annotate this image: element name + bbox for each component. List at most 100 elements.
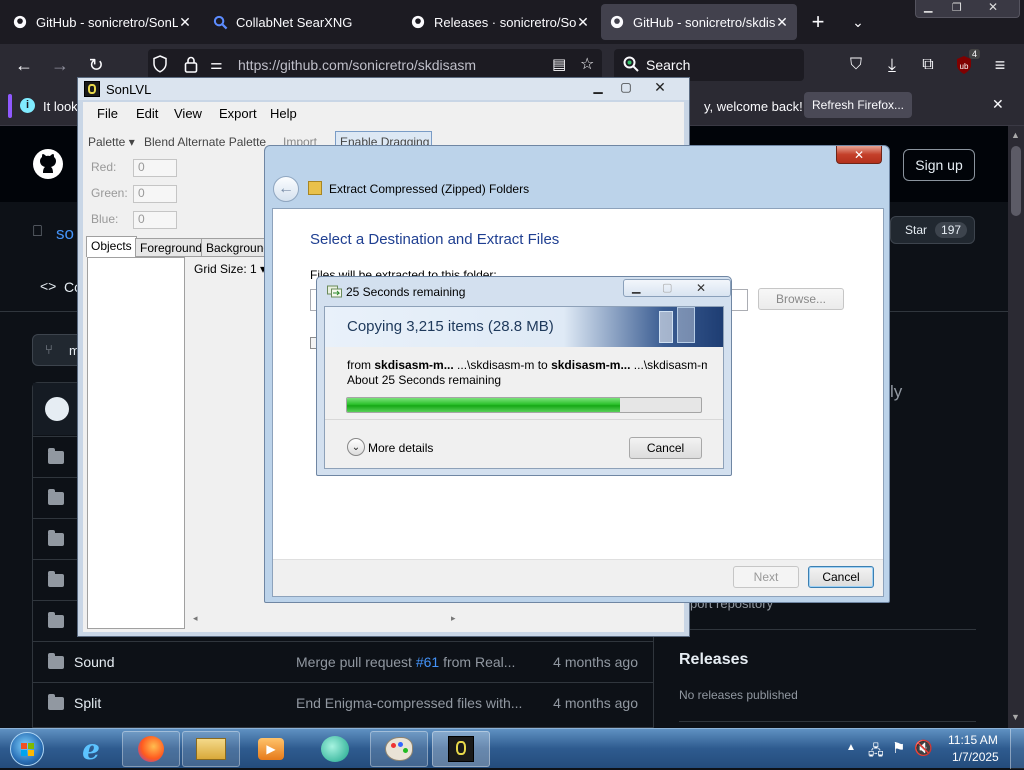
folder-icon [48,447,64,464]
scroll-right-icon[interactable]: ▸ [451,613,456,624]
media-player-icon[interactable]: ▶ [242,731,300,767]
scroll-down-icon[interactable]: ▼ [1011,712,1020,722]
minimize-icon[interactable]: ▁ [632,281,640,294]
bookmark-star-icon[interactable]: ☆ [580,54,594,74]
action-center-flag-icon[interactable]: ⚑ [892,739,905,757]
menu-edit[interactable]: Edit [136,106,158,121]
hamburger-menu-icon[interactable]: ≡ [988,53,1012,77]
paint-icon[interactable] [370,731,428,767]
commit-message[interactable]: End Enigma-compressed files with... [296,695,522,711]
tab-objects[interactable]: Objects [86,236,137,257]
tab-github-sonlvl[interactable]: GitHub - sonicretro/SonLV ✕ [4,4,200,40]
objects-list[interactable] [87,257,185,629]
menu-file[interactable]: File [97,106,118,121]
network-icon[interactable]: 🖧 [868,740,884,764]
blue-input[interactable]: 0 [133,211,177,229]
red-input[interactable]: 0 [133,159,177,177]
firefox-icon[interactable] [122,731,180,767]
volume-muted-icon[interactable]: 🔇 [914,739,933,757]
maximize-icon[interactable]: ▢ [612,78,640,96]
ublock-icon[interactable]: ub 4 [952,49,980,77]
sonlvl-titlebar[interactable]: SonLVL ▁ ▢ ✕ [78,78,689,100]
tab-foreground[interactable]: Foreground [135,238,208,257]
restore-icon[interactable]: ❐ [952,1,962,14]
releases-heading[interactable]: Releases [679,651,748,669]
tab-github-skdisasm[interactable]: GitHub - sonicretro/skdisa ✕ [601,4,797,40]
tab-releases[interactable]: Releases · sonicretro/SonLV ✕ [402,4,598,40]
grid-size-dropdown[interactable]: Grid Size: 1 ▾ [194,262,266,276]
maximize-icon[interactable]: ▢ [662,281,672,294]
star-button[interactable]: Star 197 [890,216,975,244]
palette-dropdown[interactable]: Palette ▾ [88,135,135,149]
copy-source-destination: from skdisasm-m... ...\skdisasm-m to skd… [347,358,707,372]
more-details-toggle[interactable]: More details [368,441,433,455]
notification-accent [8,94,12,118]
close-tab-icon[interactable]: ✕ [178,14,192,31]
clock-date[interactable]: 1/7/2025 [952,750,999,764]
close-icon[interactable]: ✕ [696,281,706,295]
scroll-up-icon[interactable]: ▲ [1011,130,1020,140]
close-window-icon[interactable]: ✕ [988,0,998,14]
github-logo-icon[interactable] [32,148,64,183]
file-row-split[interactable]: Split End Enigma-compressed files with..… [32,682,654,723]
close-tab-icon[interactable]: ✕ [576,14,590,31]
list-tabs-chevron-down-icon[interactable]: ⌄ [846,10,870,34]
copy-cancel-button[interactable]: Cancel [629,437,702,459]
file-row-sound[interactable]: Sound Merge pull request #61 from Real..… [32,641,654,682]
chevron-down-icon[interactable]: ⌄ [347,438,365,456]
close-notification-icon[interactable]: ✕ [992,96,1004,113]
permissions-icon[interactable]: ⚌ [210,56,223,73]
back-arrow-icon[interactable]: ← [273,176,299,202]
blend-palette-button[interactable]: Blend Alternate Palette [144,135,266,149]
commit-message[interactable]: Merge pull request #61 from Real... [296,654,515,670]
new-tab-plus-icon[interactable]: + [806,9,830,34]
back-arrow-icon[interactable]: ← [12,53,36,77]
destination-folder[interactable]: skdisasm-m... [551,358,630,372]
file-explorer-icon[interactable] [182,731,240,767]
forward-arrow-icon[interactable]: → [48,53,72,77]
scroll-thumb[interactable] [1011,146,1021,216]
avatar[interactable] [45,397,69,421]
close-icon[interactable]: ✕ [640,78,680,96]
sidebar-divider [679,721,976,722]
lock-icon[interactable] [184,56,198,76]
pr-link[interactable]: #61 [416,654,439,670]
close-tab-icon[interactable]: ✕ [775,14,789,31]
green-input[interactable]: 0 [133,185,177,203]
minimize-icon[interactable]: ▁ [924,0,932,13]
app-bubble-icon[interactable] [306,731,364,767]
download-arrow-icon[interactable]: ⤓ [880,53,904,77]
file-name[interactable]: Split [74,695,101,711]
pocket-icon[interactable]: ⛉ [844,53,868,77]
url-text[interactable]: https://github.com/sonicretro/skdisasm [238,57,476,73]
tab-searxng[interactable]: CollabNet SearXNG [204,4,400,40]
minimize-icon[interactable]: ▁ [584,78,612,96]
start-button[interactable] [4,729,50,769]
wizard-cancel-button[interactable]: Cancel [808,566,874,588]
file-name[interactable]: Sound [74,654,114,670]
scroll-left-icon[interactable]: ◂ [193,613,198,624]
refresh-firefox-button[interactable]: Refresh Firefox... [804,92,912,118]
reload-icon[interactable]: ↻ [84,53,108,77]
show-desktop-button[interactable] [1010,729,1024,769]
internet-explorer-icon[interactable]: e [62,731,120,767]
source-folder[interactable]: skdisasm-m... [374,358,453,372]
extensions-puzzle-icon[interactable]: ⧉ [916,53,940,77]
sonlvl-taskbar-icon[interactable] [432,731,490,767]
menu-view[interactable]: View [174,106,202,121]
browse-button[interactable]: Browse... [758,288,844,310]
repo-owner-link[interactable]: so [56,224,74,244]
menu-export[interactable]: Export [219,106,257,121]
clock-time[interactable]: 11:15 AM [948,733,998,747]
shield-icon[interactable] [152,55,172,75]
github-icon [410,14,426,30]
show-hidden-icons-icon[interactable]: ▲ [846,742,856,753]
taskbar: e ▶ ▲ 🖧 ⚑ 🔇 11:15 AM 1/7/2025 [0,728,1024,769]
reader-view-icon[interactable]: ▤ [552,55,566,73]
page-scrollbar[interactable]: ▲ ▼ [1008,126,1024,728]
time-remaining-text: About 25 Seconds remaining [347,373,502,387]
close-icon[interactable]: ✕ [836,146,882,164]
next-button[interactable]: Next [733,566,799,588]
menu-help[interactable]: Help [270,106,297,121]
sign-up-button[interactable]: Sign up [903,149,975,181]
